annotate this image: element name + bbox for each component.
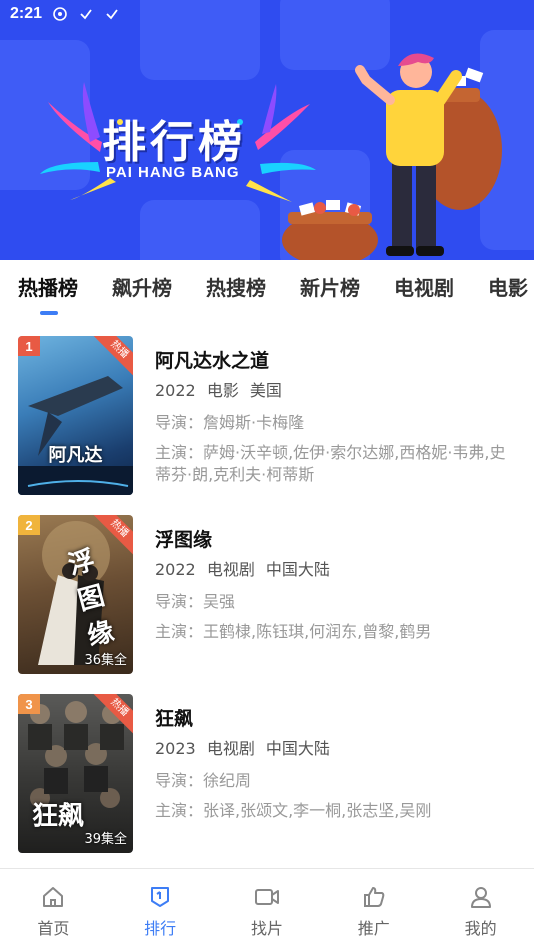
nav-label: 排行 (144, 919, 177, 938)
item-category: 电影 (206, 381, 239, 400)
person-illustration-icon (282, 53, 502, 260)
item-year: 2022 (155, 381, 196, 400)
item-director: 导演：詹姆斯·卡梅隆 (155, 413, 305, 432)
nav-promote[interactable]: 推广 (334, 879, 414, 939)
item-director: 导演：徐纪周 (155, 771, 252, 790)
item-director: 导演：吴强 (155, 592, 236, 611)
item-meta: 2023 电视剧 中国大陆 (155, 738, 515, 760)
category-tabs: 热播榜 飙升榜 热搜榜 新片榜 电视剧 电影 (0, 260, 534, 316)
item-category: 电视剧 (206, 560, 255, 579)
poster-art-icon (18, 376, 133, 495)
ranking-icon (146, 883, 174, 911)
item-category: 电视剧 (206, 739, 255, 758)
poster-title-art: 阿凡达 (48, 445, 103, 466)
item-region: 美国 (249, 381, 282, 400)
banner-title: 排行榜 (102, 117, 246, 168)
nav-profile[interactable]: 我的 (441, 879, 521, 939)
item-info: 狂飙 2023 电视剧 中国大陆 导演：徐纪周 主演：张译,张颂文,李一桐,张志… (155, 706, 515, 822)
list-item[interactable]: 阿凡达 1 热播 阿凡达水之道 2022 电影 美国 导演：詹姆斯·卡梅隆 主演… (0, 316, 534, 495)
thumb-up-icon (360, 883, 388, 911)
nav-label: 我的 (464, 919, 497, 938)
status-bar: 2:21 (0, 0, 534, 28)
video-icon (253, 883, 281, 911)
banner-bg-tile (140, 200, 260, 260)
rank-badge: 3 (18, 694, 40, 714)
item-title[interactable]: 狂飙 (155, 706, 515, 732)
nav-ranking[interactable]: 排行 (120, 879, 200, 939)
tab-label: 热播榜 (18, 275, 78, 300)
item-meta: 2022 电影 美国 (155, 380, 515, 402)
list-item[interactable]: 浮图缘 2 热播 36集全 浮图缘 2022 电视剧 中国大陆 导演：吴强 主演… (0, 495, 534, 674)
list-item[interactable]: 狂飙 3 热播 39集全 狂飙 2023 电视剧 中国大陆 导演：徐纪周 主演：… (0, 674, 534, 853)
item-year: 2023 (155, 739, 196, 758)
item-info: 阿凡达水之道 2022 电影 美国 导演：詹姆斯·卡梅隆 主演：萨姆·沃辛顿,佐… (155, 348, 515, 486)
banner: 2:21 排行榜 PAI HANG BANG (0, 0, 534, 260)
tab-rising[interactable]: 飙升榜 (112, 272, 172, 305)
check-icon (104, 6, 120, 22)
poster-title-art: 狂飙 (31, 801, 85, 832)
shield-icon (52, 6, 68, 22)
tab-label: 电视剧 (394, 275, 454, 300)
poster-image[interactable]: 狂飙 3 热播 39集全 (18, 694, 133, 853)
tab-label: 热搜榜 (206, 275, 266, 300)
item-region: 中国大陆 (265, 739, 330, 758)
nav-find-video[interactable]: 找片 (227, 879, 307, 939)
nav-label: 首页 (37, 919, 70, 938)
item-actors: 主演：王鹤棣,陈钰琪,何润东,曾黎,鹤男 (155, 622, 432, 641)
item-title[interactable]: 阿凡达水之道 (155, 348, 515, 374)
poster-image[interactable]: 阿凡达 1 热播 (18, 336, 133, 495)
tab-hot-play[interactable]: 热播榜 (18, 272, 78, 315)
check-icon (78, 6, 94, 22)
poster-image[interactable]: 浮图缘 2 热播 36集全 (18, 515, 133, 674)
item-actors: 主演：张译,张颂文,李一桐,张志坚,吴刚 (155, 801, 432, 820)
banner-title-art: 排行榜 PAI HANG BANG (40, 82, 320, 202)
tab-new-release[interactable]: 新片榜 (300, 272, 360, 305)
item-meta: 2022 电视剧 中国大陆 (155, 559, 515, 581)
tab-label: 电影 (488, 275, 528, 300)
rank-badge: 2 (18, 515, 40, 535)
item-title[interactable]: 浮图缘 (155, 527, 515, 553)
tab-tv-series[interactable]: 电视剧 (394, 272, 454, 305)
tab-active-indicator (40, 310, 58, 315)
item-actors: 主演：萨姆·沃辛顿,佐伊·索尔达娜,西格妮·韦弗,史蒂芬·朗,克利夫·柯蒂斯 (155, 443, 506, 484)
nav-label: 找片 (250, 919, 283, 938)
item-year: 2022 (155, 560, 196, 579)
nav-home[interactable]: 首页 (13, 879, 93, 939)
bottom-nav: 首页 排行 找片 推广 我的 (0, 868, 534, 949)
tab-movie[interactable]: 电影 (488, 272, 528, 305)
item-region: 中国大陆 (265, 560, 330, 579)
tab-label: 新片榜 (300, 275, 360, 300)
home-icon (39, 883, 67, 911)
tab-label: 飙升榜 (112, 275, 172, 300)
poster-episodes: 36集全 (84, 653, 127, 668)
user-icon (467, 883, 495, 911)
tab-hot-search[interactable]: 热搜榜 (206, 272, 266, 305)
rank-badge: 1 (18, 336, 40, 356)
item-info: 浮图缘 2022 电视剧 中国大陆 导演：吴强 主演：王鹤棣,陈钰琪,何润东,曾… (155, 527, 515, 643)
status-time: 2:21 (10, 5, 43, 22)
banner-subtitle: PAI HANG BANG (106, 164, 240, 181)
poster-episodes: 39集全 (84, 832, 127, 847)
nav-label: 推广 (357, 919, 390, 938)
